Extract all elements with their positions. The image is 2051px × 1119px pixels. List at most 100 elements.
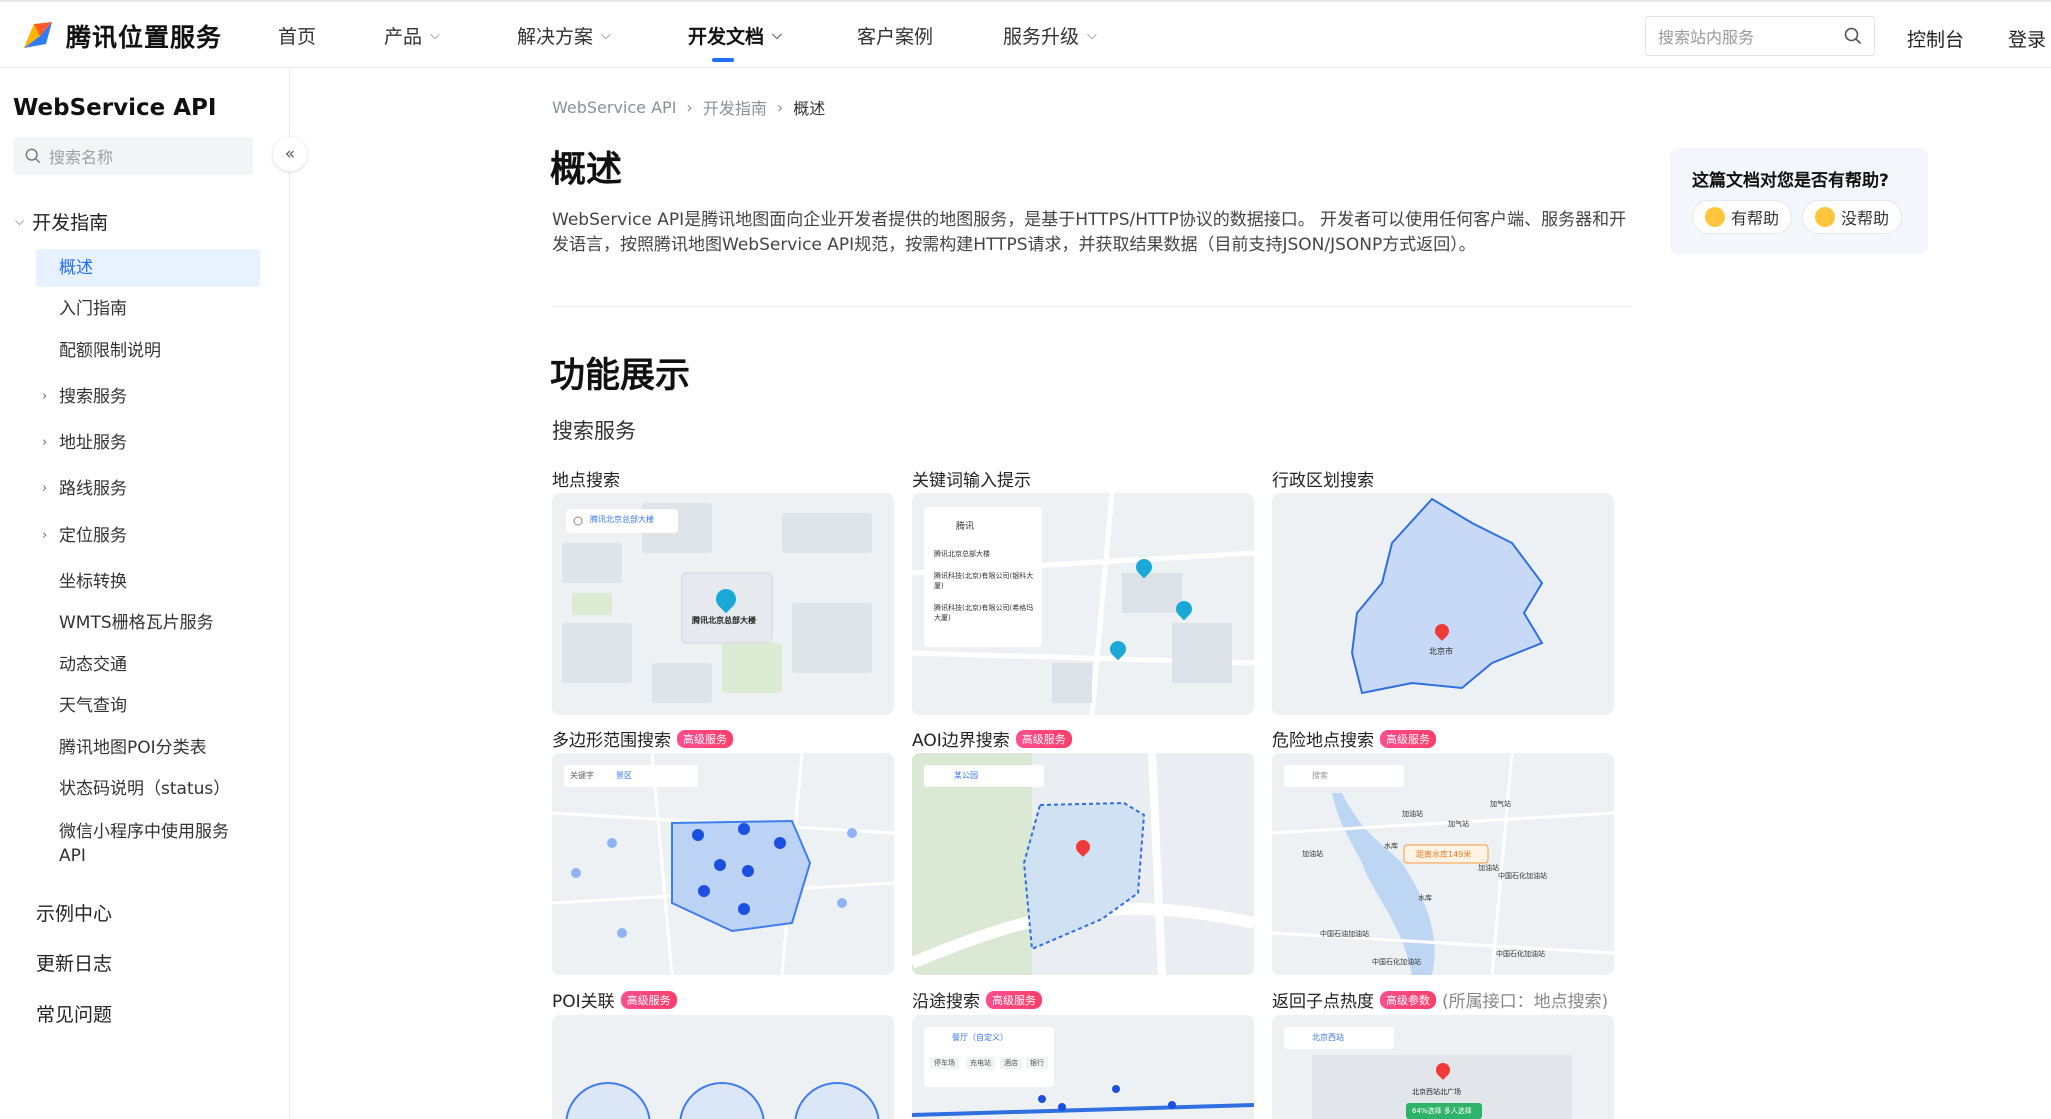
filter-chip[interactable]: 充电站 — [966, 1057, 995, 1069]
poi-label: 加油站 — [1478, 864, 1499, 872]
card-title-place-search: 地点搜索 — [552, 466, 620, 491]
nav-upgrade[interactable]: 服务升级 ⌵ — [1003, 22, 1097, 49]
filter-chip[interactable]: 银行 — [1026, 1057, 1048, 1069]
poi-label: 中国石化加油站 — [1498, 872, 1547, 880]
sidebar-item-label: 坐标转换 — [59, 572, 127, 592]
suggest-item[interactable]: 腾讯科技(北京)有限公司(希格玛大厦) — [934, 603, 1034, 623]
chevron-right-icon: › — [42, 435, 48, 450]
nav-home[interactable]: 首页 — [278, 22, 316, 49]
breadcrumb: WebService API › 开发指南 › 概述 — [552, 95, 825, 119]
card-title-text: 关键词输入提示 — [912, 471, 1031, 491]
not-helpful-label: 没帮助 — [1841, 209, 1890, 228]
sidebar-item-label: 概述 — [59, 258, 93, 278]
nav-products[interactable]: 产品 ⌵ — [384, 22, 440, 49]
poi-label: 加油站 — [1402, 810, 1423, 818]
login-link[interactable]: 登录 — [2008, 25, 2046, 52]
suggest-item[interactable]: 腾讯科技(北京)有限公司(银科大厦) — [934, 571, 1034, 591]
feedback-question: 这篇文档对您是否有帮助? — [1692, 171, 1889, 191]
chevron-right-icon: › — [686, 97, 693, 117]
sidebar-item-wechat-miniprogram[interactable]: 微信小程序中使用服务API — [36, 816, 246, 872]
sidebar-item-quota[interactable]: 配额限制说明 — [36, 332, 260, 370]
filter-chip[interactable]: 酒店 — [1000, 1057, 1022, 1069]
brand-name: 腾讯位置服务 — [66, 23, 223, 52]
logo-icon — [20, 18, 56, 54]
demo-card-along-route[interactable]: 餐厅（自定义） 停车场 充电站 酒店 银行 — [912, 1015, 1254, 1119]
sidebar-item-address-service[interactable]: › 地址服务 — [36, 424, 260, 462]
search-icon — [25, 148, 41, 164]
suggest-item[interactable]: 腾讯北京总部大楼 — [934, 549, 1034, 559]
sidebar-item-coord-convert[interactable]: 坐标转换 — [36, 563, 260, 601]
sidebar-item-weather[interactable]: 天气查询 — [36, 687, 260, 725]
sidebar-item-status-code[interactable]: 状态码说明（status） — [36, 770, 260, 808]
card-title-text: 返回子点热度 — [1272, 992, 1374, 1012]
section-title: 功能展示 — [550, 356, 691, 396]
demo-card-keyword-suggest[interactable]: 腾讯 腾讯北京总部大楼 腾讯科技(北京)有限公司(银科大厦) 腾讯科技(北京)有… — [912, 493, 1254, 715]
demo-card-polygon-search[interactable]: 关键字 景区 — [552, 753, 894, 975]
demo-card-district-search[interactable]: 北京市 — [1272, 493, 1614, 715]
sidebar-item-search-service[interactable]: › 搜索服务 — [36, 378, 260, 416]
chevron-down-icon: ⌵ — [601, 28, 611, 43]
helpful-button[interactable]: 有帮助 — [1692, 200, 1793, 234]
card-search-text: 某公园 — [954, 771, 978, 780]
premium-badge: 高级服务 — [1380, 729, 1436, 748]
chevron-right-icon: › — [42, 389, 48, 404]
sidebar-item-label: 配额限制说明 — [59, 341, 161, 361]
poi-label: 加气站 — [1490, 800, 1511, 808]
sidebar-item-traffic[interactable]: 动态交通 — [36, 646, 260, 684]
poi-label: 中国石化加油站 — [1496, 950, 1545, 958]
nav-upgrade-label: 服务升级 — [1003, 26, 1080, 48]
sidebar-item-label: 状态码说明（status） — [59, 779, 231, 799]
sidebar-search-placeholder: 搜索名称 — [49, 148, 114, 167]
sidebar-link-faq[interactable]: 常见问题 — [36, 1000, 112, 1027]
search-icon[interactable] — [1844, 27, 1862, 45]
sidebar-item-label: 定位服务 — [59, 526, 127, 546]
sidebar-item-overview[interactable]: 概述 — [36, 249, 260, 287]
card-search-text: 腾讯北京总部大楼 — [590, 515, 654, 524]
collapse-sidebar-button[interactable]: « — [273, 137, 307, 171]
sidebar-link-changelog[interactable]: 更新日志 — [36, 949, 112, 976]
poi-label: 水库 — [1384, 842, 1398, 850]
sidebar-item-wmts[interactable]: WMTS栅格瓦片服务 — [36, 604, 260, 642]
sidebar: WebService API 搜索名称 « ⌵ 开发指南 概述 入门指南 配额限… — [0, 69, 307, 1119]
card-title-text: POI关联 — [552, 992, 615, 1012]
breadcrumb-link[interactable]: WebService API — [552, 98, 676, 117]
card-title-poi-link: POI关联 高级服务 — [552, 987, 677, 1012]
demo-card-aoi-search[interactable]: 某公园 — [912, 753, 1254, 975]
nav-solutions[interactable]: 解决方案 ⌵ — [517, 22, 611, 49]
breadcrumb-current: 概述 — [793, 99, 826, 118]
sidebar-item-route-service[interactable]: › 路线服务 — [36, 470, 260, 508]
demo-card-danger-search[interactable]: 搜索 距离水库149米 加油站 加气站 加油站 加气站 加油站 中国石化加油站 … — [1272, 753, 1614, 975]
card-title-text: 沿途搜索 — [912, 992, 980, 1012]
demo-card-place-search[interactable]: 腾讯北京总部大楼 腾讯北京总部大楼 — [552, 493, 894, 715]
demo-card-subpoint-heat[interactable]: 北京西站 北京西站北广场 64%选择 多人选择 — [1272, 1015, 1614, 1119]
card-title-district-search: 行政区划搜索 — [1272, 466, 1374, 491]
brand-logo[interactable]: 腾讯位置服务 — [20, 16, 222, 56]
site-search-input[interactable]: 搜索站内服务 — [1645, 16, 1875, 56]
sidebar-item-location-service[interactable]: › 定位服务 — [36, 517, 260, 555]
card-title-danger-search: 危险地点搜索 高级服务 — [1272, 726, 1436, 751]
divider — [552, 306, 1632, 307]
nav-solutions-label: 解决方案 — [517, 26, 594, 48]
not-helpful-button[interactable]: 没帮助 — [1802, 200, 1903, 234]
poi-label: 水库 — [1418, 894, 1432, 902]
demo-card-poi-link[interactable] — [552, 1015, 894, 1119]
console-link[interactable]: 控制台 — [1907, 25, 1964, 52]
card-title-sub: (所属接口：地点搜索) — [1442, 992, 1609, 1012]
nav-cases[interactable]: 客户案例 — [857, 22, 933, 49]
card-search-text: 搜索 — [1312, 771, 1328, 780]
poi-label: 加油站 — [1302, 850, 1323, 858]
tree-group-dev-guide[interactable]: ⌵ 开发指南 — [15, 208, 108, 235]
chevron-down-icon: ⌵ — [1087, 28, 1097, 43]
card-search-text: 餐厅（自定义） — [952, 1033, 1008, 1042]
sidebar-item-poi-category[interactable]: 腾讯地图POI分类表 — [36, 729, 260, 767]
breadcrumb-link[interactable]: 开发指南 — [703, 95, 767, 119]
card-title-text: 行政区划搜索 — [1272, 471, 1374, 491]
feedback-panel: 这篇文档对您是否有帮助? 有帮助 没帮助 — [1670, 148, 1928, 254]
nav-dev-docs[interactable]: 开发文档 ⌵ — [688, 22, 782, 62]
filter-chip[interactable]: 停车场 — [930, 1057, 959, 1069]
pin-label: 北京市 — [1429, 647, 1453, 656]
sidebar-item-getting-started[interactable]: 入门指南 — [36, 290, 260, 328]
sidebar-search-input[interactable]: 搜索名称 — [13, 137, 253, 175]
sidebar-link-examples[interactable]: 示例中心 — [36, 899, 112, 926]
sad-emoji-icon — [1815, 207, 1835, 227]
